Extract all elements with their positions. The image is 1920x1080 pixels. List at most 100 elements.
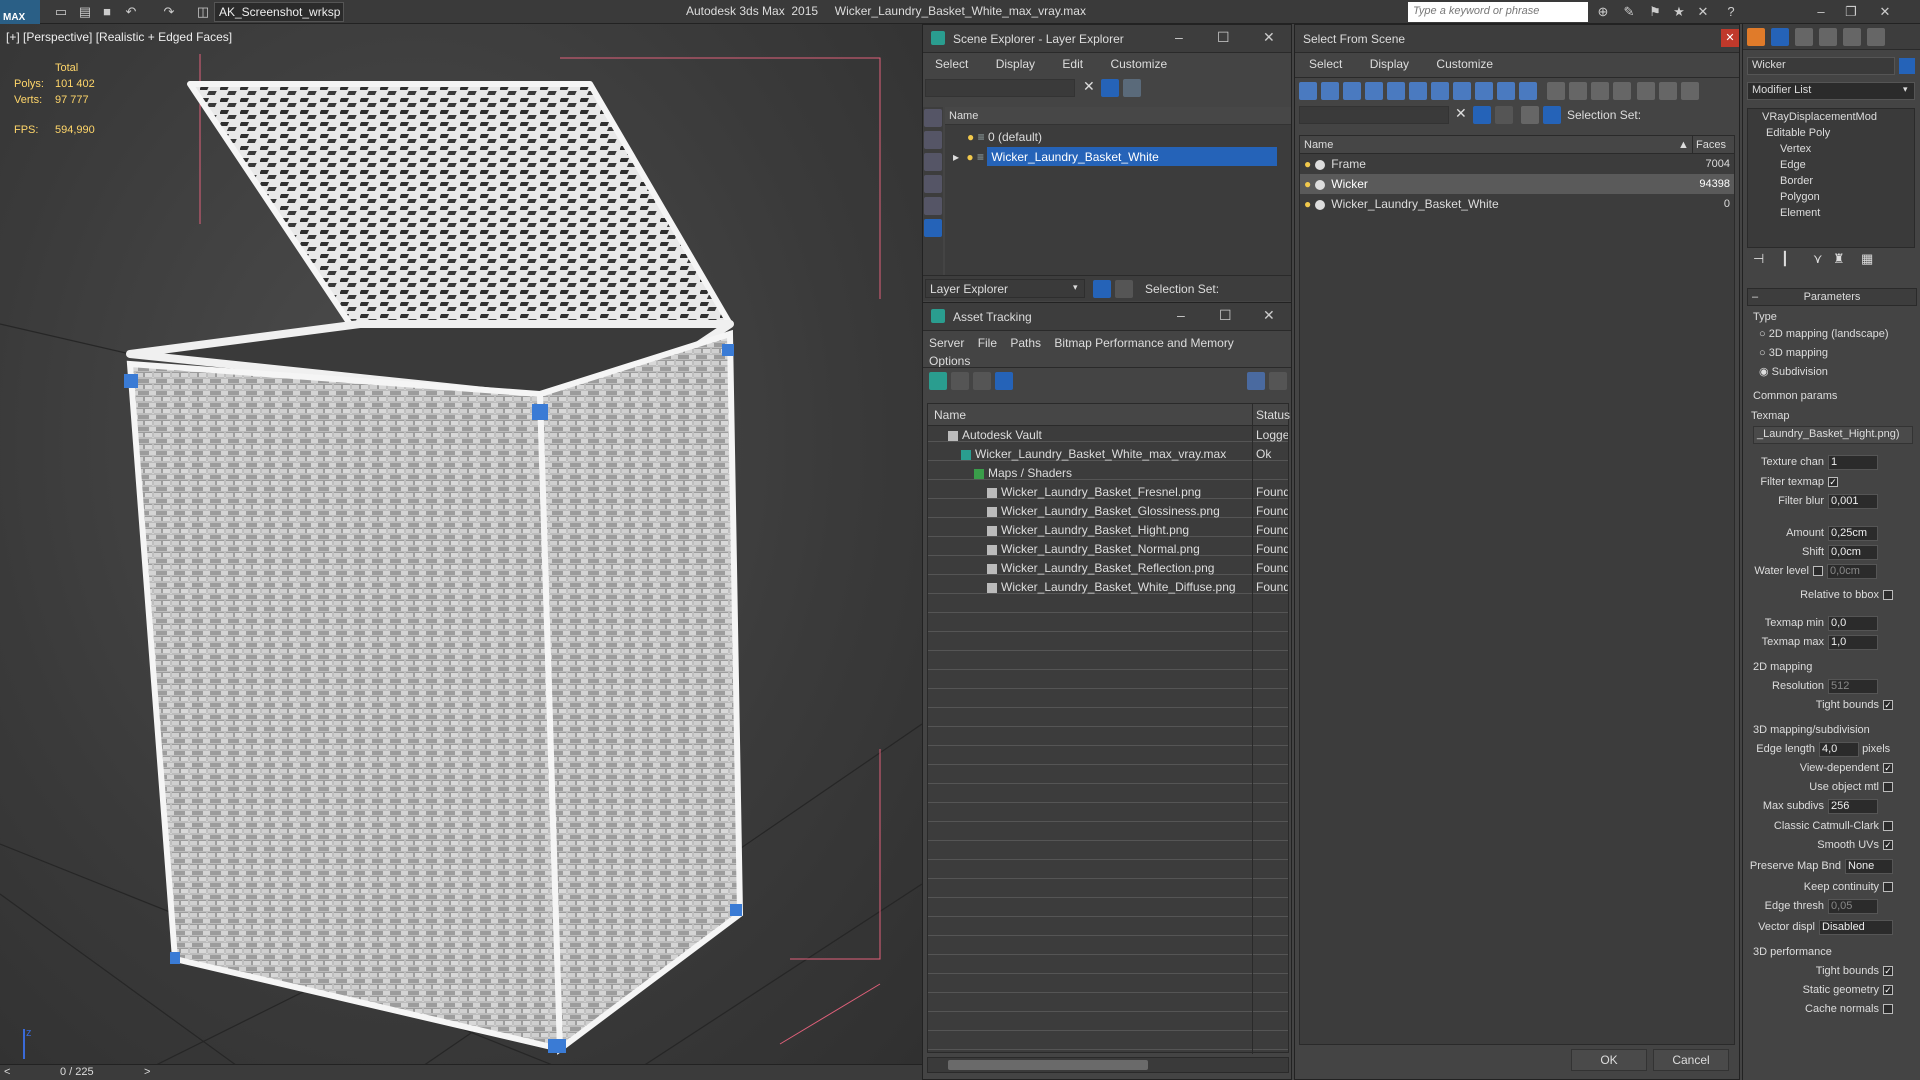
filter-blur-spinner[interactable]: 0,001 xyxy=(1828,493,1878,509)
menu-customize[interactable]: Customize xyxy=(1110,57,1167,71)
expand-arrow-icon[interactable]: ▸ xyxy=(953,150,959,164)
texmap-min-spinner[interactable]: 0,0 xyxy=(1828,615,1878,631)
lightbulb-icon[interactable]: ● xyxy=(1304,177,1311,191)
filter-bones-icon[interactable] xyxy=(1475,82,1493,100)
menu-select[interactable]: Select xyxy=(935,57,968,71)
menu-edit[interactable]: Edit xyxy=(1062,57,1083,71)
texmap-button[interactable]: _Laundry_Basket_Hight.png) xyxy=(1753,426,1913,444)
max-subdivs-spinner[interactable]: 256 xyxy=(1828,798,1878,814)
vector-displ-dropdown[interactable]: Disabled xyxy=(1819,919,1893,935)
filter-lights-icon[interactable] xyxy=(1343,82,1361,100)
asset-row[interactable]: Wicker_Laundry_Basket_Reflection.png Foun… xyxy=(928,559,1288,578)
object-name-field[interactable]: Wicker xyxy=(1747,57,1895,75)
scene-explorer-titlebar[interactable]: Scene Explorer - Layer Explorer – ☐ ✕ xyxy=(923,25,1291,53)
texture-chan-spinner[interactable]: 1 xyxy=(1828,454,1878,470)
asset-row[interactable]: Autodesk Vault Logged xyxy=(928,426,1288,445)
undo-icon[interactable]: ↶ xyxy=(122,3,140,21)
binoculars-icon[interactable]: ⊕ xyxy=(1594,3,1612,21)
motion-tab-icon[interactable] xyxy=(1819,28,1837,46)
asset-tracking-titlebar[interactable]: Asset Tracking – ☐ ✕ xyxy=(923,303,1291,331)
select-search-input[interactable] xyxy=(1299,106,1449,124)
hierarchy-icon[interactable] xyxy=(1659,82,1677,100)
object-row[interactable]: ● Wicker 94398 xyxy=(1300,174,1734,194)
use-object-mtl-checkbox[interactable] xyxy=(1883,782,1893,793)
display-cameras-icon[interactable] xyxy=(924,175,942,193)
layer-options-icon[interactable] xyxy=(1123,79,1141,97)
select-from-scene-titlebar[interactable]: Select From Scene ✕ xyxy=(1295,25,1739,53)
col-name[interactable]: Name xyxy=(1300,139,1333,151)
perf-tight-bounds-checkbox[interactable]: ✓ xyxy=(1883,966,1893,977)
asset-tracking-maximize-icon[interactable]: ☐ xyxy=(1219,307,1232,324)
asset-tracking-minimize-icon[interactable]: – xyxy=(1177,307,1185,323)
object-color-swatch[interactable] xyxy=(1899,58,1915,74)
layers-mode-icon[interactable] xyxy=(1093,280,1111,298)
modifier-list-dropdown[interactable]: Modifier List xyxy=(1747,82,1915,100)
relative-bbox-checkbox[interactable] xyxy=(1883,590,1893,601)
stack-subobject-item[interactable]: Polygon xyxy=(1748,189,1914,205)
menu-display[interactable]: Display xyxy=(996,57,1035,71)
asset-tracking-close-icon[interactable]: ✕ xyxy=(1263,307,1275,324)
project-folder-icon[interactable]: ◫ xyxy=(194,3,212,21)
viewport-label[interactable]: [+] [Perspective] [Realistic + Edged Fac… xyxy=(6,30,232,44)
menu-paths[interactable]: Paths xyxy=(1010,336,1041,350)
tools-icon[interactable]: ✎ xyxy=(1620,3,1638,21)
layer-row[interactable]: ● ≡ 0 (default) xyxy=(945,128,1291,147)
filter-cameras-icon[interactable] xyxy=(1365,82,1383,100)
col-name[interactable]: Name xyxy=(928,408,966,422)
water-level-spinner[interactable]: 0,0cm xyxy=(1827,563,1877,579)
select-none-icon[interactable] xyxy=(1591,82,1609,100)
filter-icon[interactable] xyxy=(1473,106,1491,124)
filter-spacewarps-icon[interactable] xyxy=(1409,82,1427,100)
select-all-icon[interactable] xyxy=(1569,82,1587,100)
show-end-result-icon[interactable]: ┃ xyxy=(1781,251,1789,267)
stack-subobject-item[interactable]: Vertex xyxy=(1748,141,1914,157)
select-invert-icon[interactable] xyxy=(1613,82,1631,100)
sort-arrow-icon[interactable]: ▲ xyxy=(1678,136,1689,154)
type-radio-2d[interactable]: ○ 2D mapping (landscape) xyxy=(1743,325,1920,343)
redo-icon[interactable]: ↷ xyxy=(160,3,178,21)
asset-row[interactable]: Wicker_Laundry_Basket_White_max_vray.max… xyxy=(928,445,1288,464)
remove-modifier-icon[interactable]: ♜ xyxy=(1833,251,1845,267)
restore-icon[interactable]: ❐ xyxy=(1842,3,1860,21)
tight-bounds-checkbox[interactable]: ✓ xyxy=(1883,700,1893,711)
communication-icon[interactable]: ⚑ xyxy=(1646,3,1664,21)
chevron-down-icon[interactable]: ▾ xyxy=(1903,84,1908,95)
edge-thresh-spinner[interactable]: 0,05 xyxy=(1828,898,1878,914)
display-geometry-icon[interactable] xyxy=(924,109,942,127)
lightbulb-icon[interactable]: ● xyxy=(966,150,973,164)
pin-stack-icon[interactable]: ⊣ xyxy=(1753,251,1764,267)
menu-server[interactable]: Server xyxy=(929,336,964,350)
open-file-icon[interactable]: ▤ xyxy=(76,3,94,21)
stack-item-modifier[interactable]: VRayDisplacementMod xyxy=(1748,109,1914,125)
filter-groups-icon[interactable] xyxy=(1431,82,1449,100)
catmull-clark-checkbox[interactable] xyxy=(1883,821,1893,832)
refresh-icon[interactable] xyxy=(929,372,947,390)
stack-item-base[interactable]: Editable Poly xyxy=(1748,125,1914,141)
scene-explorer-minimize-icon[interactable]: – xyxy=(1175,29,1183,45)
close-icon[interactable]: ✕ xyxy=(1876,3,1894,21)
asset-row[interactable]: Maps / Shaders xyxy=(928,464,1288,483)
lightbulb-icon[interactable]: ● xyxy=(1304,197,1311,211)
table-view-icon[interactable] xyxy=(995,372,1013,390)
time-slider[interactable]: < 0 / 225 > xyxy=(0,1064,922,1080)
scene-explorer-close-icon[interactable]: ✕ xyxy=(1263,29,1275,46)
asset-row[interactable]: Wicker_Laundry_Basket_Normal.png Found xyxy=(928,540,1288,559)
filter-funnel-icon[interactable] xyxy=(1637,82,1655,100)
workspace-dropdown[interactable]: AK_Screenshot_wrksp xyxy=(214,2,344,22)
clear-search-icon[interactable]: ✕ xyxy=(1083,78,1095,95)
utilities-tab-icon[interactable] xyxy=(1867,28,1885,46)
search-input[interactable]: Type a keyword or phrase xyxy=(1408,2,1588,22)
menu-display[interactable]: Display xyxy=(1370,57,1409,71)
view-dependent-checkbox[interactable]: ✓ xyxy=(1883,763,1893,774)
app-logo[interactable]: MAX xyxy=(0,0,40,24)
modify-tab-icon[interactable] xyxy=(1771,28,1789,46)
chevron-down-icon[interactable]: ▾ xyxy=(1073,282,1078,293)
clear-search-icon[interactable]: ✕ xyxy=(1455,105,1467,122)
filter-shapes-icon[interactable] xyxy=(1321,82,1339,100)
scrollbar-thumb[interactable] xyxy=(948,1060,1148,1070)
preserve-map-dropdown[interactable]: None xyxy=(1845,858,1893,874)
static-geometry-checkbox[interactable]: ✓ xyxy=(1883,985,1893,996)
new-file-icon[interactable]: ▭ xyxy=(52,3,70,21)
timeline-next-button[interactable]: > xyxy=(144,1066,150,1078)
lightbulb-icon[interactable]: ● xyxy=(967,130,974,144)
